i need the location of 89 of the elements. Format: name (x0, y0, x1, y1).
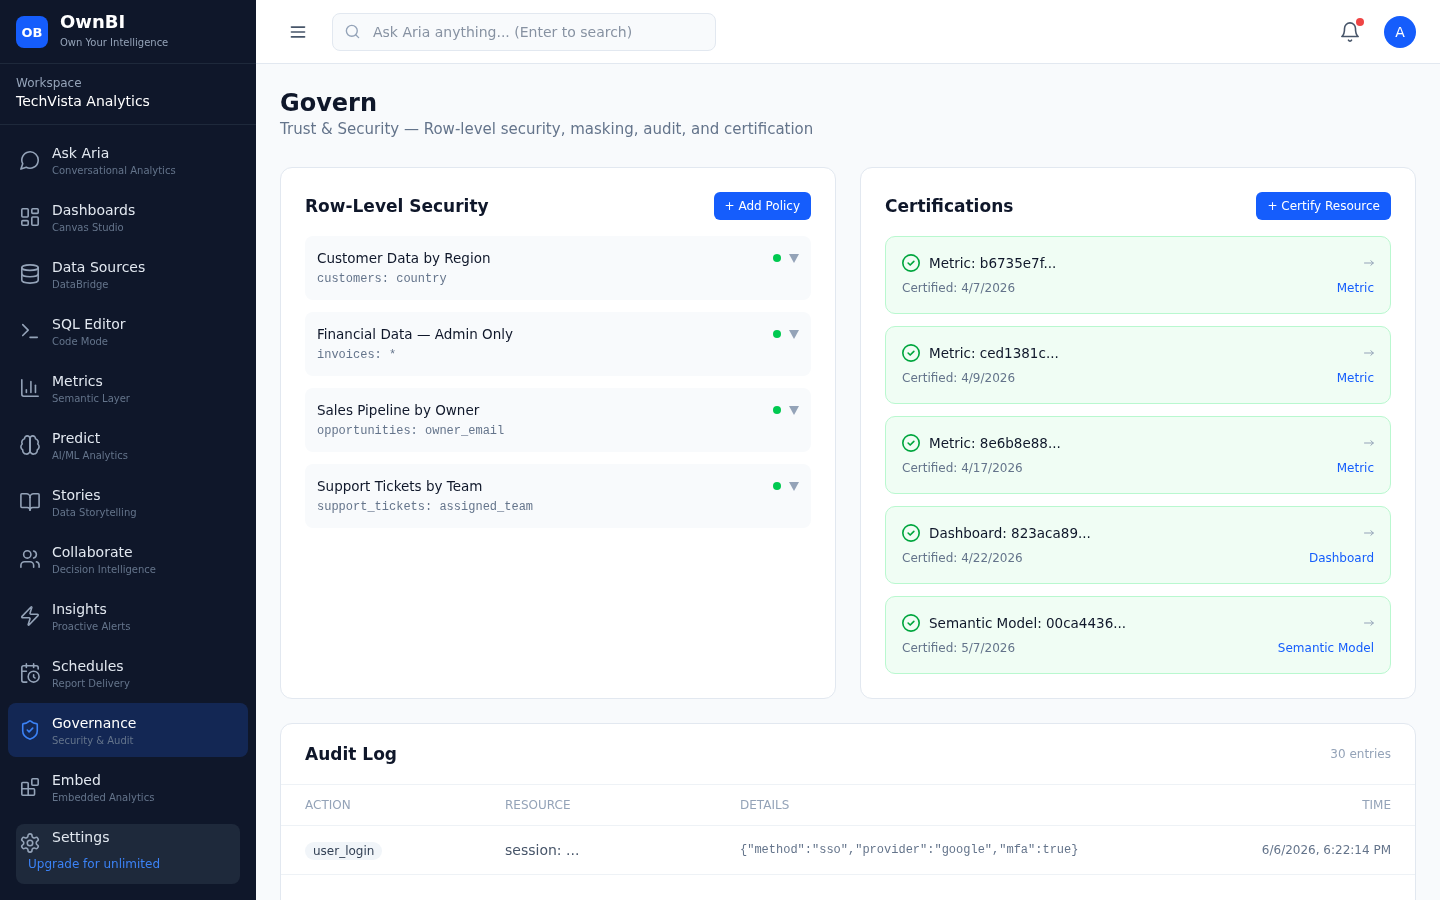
certification-title: Dashboard: 823aca89... (929, 524, 1092, 543)
resource-type-label: Metric (1336, 280, 1374, 296)
upgrade-link[interactable]: Upgrade for unlimited (28, 855, 161, 873)
policy-rule: customers: country (317, 271, 448, 287)
user-avatar[interactable]: A (1384, 15, 1416, 48)
gear-icon (20, 833, 40, 853)
resource-type-label: Semantic Model (1277, 640, 1374, 656)
certified-date: Certified: 4/9/2026 (902, 370, 1016, 386)
certified-date: Certified: 5/7/2026 (902, 640, 1016, 656)
certified-date: Certified: 4/22/2026 (902, 550, 1023, 566)
table-cell: {"method":"sso","provider":"google","mfa":true} (740, 842, 1079, 858)
certification-title: Semantic Model: 00ca4436... (929, 614, 1128, 633)
bell-icon (1340, 21, 1360, 42)
nav-item[interactable]: Data Sources DataBridge (8, 247, 248, 301)
arrow-right-icon[interactable] (1364, 440, 1374, 446)
check-circle-icon (902, 434, 920, 452)
logo-badge: OB (16, 16, 48, 48)
nav-item[interactable]: SQL Editor Code Mode (8, 304, 248, 358)
table-cell-text: session: ... (505, 841, 580, 860)
arrow-right-icon[interactable] (1364, 350, 1374, 356)
card-title: Row-Level Security (305, 195, 489, 218)
blocks-icon (20, 777, 40, 797)
open-book-icon (20, 492, 40, 512)
card-title: Certifications (885, 195, 1014, 218)
brain-icon (20, 435, 40, 455)
policy-name: Financial Data — Admin Only (317, 325, 514, 344)
nav-item[interactable]: Governance Security & Audit (8, 703, 248, 757)
resource-type-label: Metric (1336, 370, 1374, 386)
database-icon (20, 264, 40, 284)
entry-count: 30 entries (1330, 747, 1391, 761)
workspace-label: Workspace (16, 75, 83, 91)
caret-icon[interactable] (789, 481, 799, 491)
check-circle-icon (902, 614, 920, 632)
certified-date: Certified: 4/17/2026 (902, 460, 1023, 476)
action-tag: user_login (305, 842, 383, 860)
nav-item[interactable]: Dashboards Canvas Studio (8, 190, 248, 244)
certification-title: Metric: 8e6b8e88... (929, 434, 1062, 453)
shield-check-icon (20, 720, 40, 740)
certification-title: Metric: b6735e7f... (929, 254, 1058, 273)
nav-item[interactable]: Predict AI/ML Analytics (8, 418, 248, 472)
brand-tagline: Own Your Intelligence (60, 36, 169, 50)
arrow-right-icon[interactable] (1364, 260, 1374, 266)
resource-type-label: Dashboard (1308, 550, 1374, 566)
column-header: RESOURCE (505, 798, 571, 812)
column-header: DETAILS (740, 798, 790, 812)
check-circle-icon (902, 254, 920, 272)
arrow-right-icon[interactable] (1364, 530, 1374, 536)
nav-item[interactable]: Collaborate Decision Intelligence (8, 532, 248, 586)
terminal-icon (20, 321, 40, 341)
check-circle-icon (902, 344, 920, 362)
users-icon (20, 549, 40, 569)
caret-icon[interactable] (789, 405, 799, 415)
page-subtitle: Trust & Security — Row-level security, masking, audit, and certification (280, 119, 815, 139)
nav-item[interactable]: Insights Proactive Alerts (8, 589, 248, 643)
nav-item[interactable]: Metrics Semantic Layer (8, 361, 248, 415)
caret-icon[interactable] (789, 253, 799, 263)
policy-rule: support_tickets: assigned_team (317, 499, 535, 515)
table-cell: 6/6/2026, 6:22:14 PM (1261, 842, 1391, 858)
policy-rule: opportunities: owner_email (317, 423, 506, 439)
certification-title: Metric: ced1381c... (929, 344, 1060, 363)
nav-item[interactable]: Stories Data Storytelling (8, 475, 248, 529)
policy-name: Customer Data by Region (317, 249, 492, 268)
nav-item[interactable]: Ask Aria Conversational Analytics (8, 133, 248, 187)
page-title: Govern (280, 88, 379, 119)
dashboard-grid-icon (20, 207, 40, 227)
chat-bubble-icon (20, 150, 40, 170)
caret-icon[interactable] (789, 329, 799, 339)
calendar-clock-icon (20, 663, 40, 683)
check-circle-icon (902, 524, 920, 542)
add-policy-button[interactable]: + Add Policy (713, 192, 811, 220)
search-field[interactable]: Ask Aria anything... (Enter to search) (332, 12, 716, 51)
card-title: Audit Log (305, 743, 397, 766)
certify-resource-button[interactable]: + Certify Resource (1256, 192, 1391, 220)
nav-item[interactable]: Schedules Report Delivery (8, 646, 248, 700)
column-header: ACTION (305, 798, 351, 812)
workspace-name: TechVista Analytics (16, 92, 151, 111)
settings-nav-item[interactable]: Settings (20, 827, 116, 853)
column-header: TIME (1362, 798, 1391, 812)
policy-name: Support Tickets by Team (317, 477, 484, 496)
bar-chart-icon (20, 378, 40, 398)
brand-name: OwnBI (60, 11, 127, 33)
policy-name: Sales Pipeline by Owner (317, 401, 481, 420)
lightning-icon (20, 606, 40, 626)
policy-rule: invoices: * (317, 347, 398, 363)
certified-date: Certified: 4/7/2026 (902, 280, 1016, 296)
arrow-right-icon[interactable] (1364, 620, 1374, 626)
nav-item[interactable]: Embed Embedded Analytics (8, 760, 248, 814)
search-icon (345, 23, 360, 39)
resource-type-label: Metric (1336, 460, 1374, 476)
